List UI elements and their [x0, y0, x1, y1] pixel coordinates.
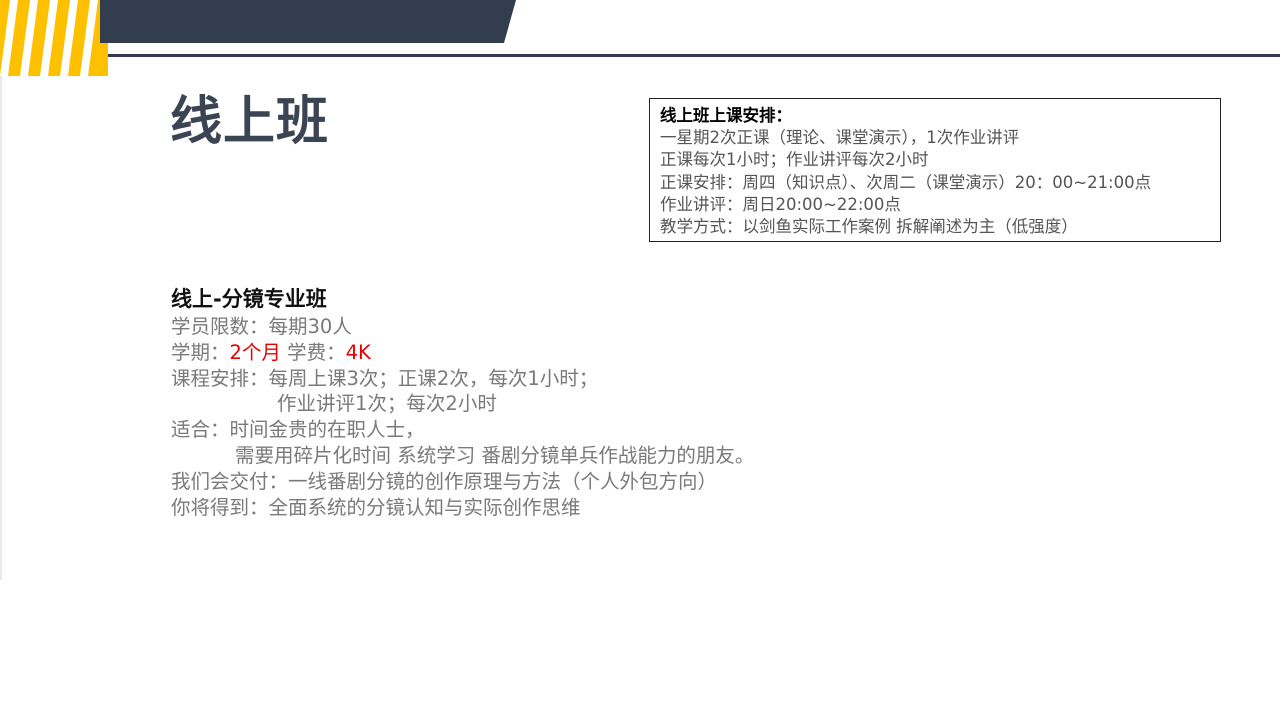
course-heading: 线上-分镜专业班 — [171, 287, 327, 311]
suitable-line-2: 需要用碎片化时间 系统学习 番剧分镜单兵作战能力的朋友。 — [235, 443, 755, 467]
header-decoration — [0, 0, 1280, 76]
student-limit: 学员限数：每期30人 — [171, 315, 352, 338]
schedule-line: 教学方式：以剑鱼实际工作案例 拆解阐述为主（低强度） — [660, 217, 1078, 237]
fee-label: 学费： — [280, 340, 346, 364]
schedule-line: 作业讲评：周日20:00~22:00点 — [660, 194, 901, 214]
course-info: 线上-分镜专业班 学员限数：每期30人 学期：2个月 学费：4K 课程安排：每周… — [171, 284, 971, 520]
left-edge-line — [0, 60, 2, 580]
fee-value: 4K — [345, 340, 371, 364]
period-label: 学期： — [171, 340, 230, 364]
header-banner — [100, 0, 516, 43]
slide: 线上班 线上班上课安排： 一星期2次正课（理论、课堂演示），1次作业讲评 正课每… — [0, 0, 1280, 719]
schedule-title: 线上班上课安排： — [660, 106, 792, 125]
schedule-line: 正课每次1小时；作业讲评每次2小时 — [660, 150, 929, 170]
suitable-line-1: 适合：时间金贵的在职人士， — [171, 418, 425, 442]
period-fee-row: 学期：2个月 学费：4K — [171, 340, 971, 366]
schedule-line: 一星期2次正课（理论、课堂演示），1次作业讲评 — [660, 128, 1020, 147]
period-value: 2个月 — [229, 340, 281, 364]
header-rule — [108, 54, 1280, 57]
arrangement-line-1: 课程安排：每周上课3次；正课2次，每次1小时； — [171, 366, 599, 390]
page-title: 线上班 — [170, 92, 330, 152]
arrangement-line-2: 作业讲评1次；每次2小时 — [277, 392, 497, 416]
deliver-line: 我们会交付：一线番剧分镜的创作原理与方法（个人外包方向） — [171, 469, 718, 493]
schedule-box: 线上班上课安排： 一星期2次正课（理论、课堂演示），1次作业讲评 正课每次1小时… — [649, 98, 1221, 242]
gain-line: 你将得到：全面系统的分镜认知与实际创作思维 — [171, 495, 581, 519]
schedule-line: 正课安排：周四（知识点）、次周二（课堂演示）20：00~21:00点 — [660, 172, 1152, 192]
